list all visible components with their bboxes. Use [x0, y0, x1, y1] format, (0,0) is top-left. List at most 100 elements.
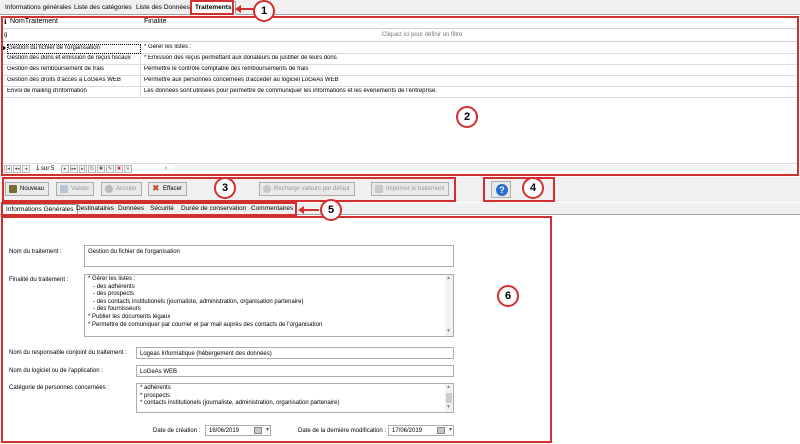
traitements-grid: ℹ NomTraitement Finalite g Cliquez ici p…: [2, 16, 798, 176]
tab-informations-generales[interactable]: Informations générales: [2, 2, 74, 14]
traitement-form: Nom du traitement : Gestion du fichier d…: [2, 215, 798, 444]
row-finalite: Permettre aux personnes concernées d'acc…: [144, 77, 339, 83]
callout-4: 4: [522, 177, 544, 199]
grid-rows: Gestion du fichier de l'organisation * G…: [2, 43, 798, 98]
help-button[interactable]: ?: [491, 181, 511, 198]
effacer-label: Effacer: [163, 186, 182, 192]
annotation-arrowhead-1: [235, 5, 241, 13]
prev-record-icon[interactable]: ◂: [22, 165, 30, 173]
filter-text[interactable]: Cliquez ici pour définir un filtre: [382, 32, 462, 38]
top-tab-bar: Informations générales Liste des catégor…: [0, 0, 800, 15]
next-record-icon[interactable]: ▸: [61, 165, 69, 173]
scroll-up-icon[interactable]: ▲: [446, 384, 451, 392]
refresh-icon[interactable]: ↻: [88, 165, 96, 173]
first-page-icon[interactable]: |◂: [4, 165, 12, 173]
date-creation-value: 16/06/2019: [209, 428, 240, 434]
grid-navigator: |◂ ◂◂ ◂ 1 sur 5 ▸ ▸▸ ▸| ↻ ✱ ✎ ✖ ▾ ‹: [2, 163, 798, 174]
recharge-label: Recharge valeurs par défaut: [274, 186, 350, 192]
subtab-securite[interactable]: Sécurité: [147, 204, 177, 215]
categorie-line: * adhérents: [140, 385, 171, 391]
nouveau-label: Nouveau: [20, 186, 45, 192]
finalite-line: - des adhérents: [88, 283, 135, 290]
recharge-button[interactable]: Recharge valeurs par défaut: [259, 182, 355, 196]
date-creation-field[interactable]: 16/06/2019 ▾: [205, 425, 271, 436]
header-info-icon: ℹ: [4, 19, 7, 26]
reload-icon: [263, 185, 271, 193]
row-nom: Gestion des remboursement de frais: [7, 66, 141, 76]
annuler-label: Annuler: [116, 186, 137, 192]
date-modif-field[interactable]: 17/06/2019 ▾: [388, 425, 454, 436]
prev-page-icon[interactable]: ◂◂: [13, 165, 21, 173]
subtab-donnees[interactable]: Données: [115, 204, 147, 215]
calendar-icon[interactable]: [254, 427, 262, 434]
tab-liste-categories[interactable]: Liste des catégories: [71, 2, 135, 14]
chevron-down-icon[interactable]: ▾: [266, 426, 269, 434]
next-page-icon[interactable]: ▸▸: [70, 165, 78, 173]
horizontal-scrollbar[interactable]: [174, 165, 794, 173]
row-finalite: * Gérer les listes :: [144, 44, 192, 50]
row-finalite: * Emission des reçus permettant aux dona…: [144, 55, 337, 61]
edit-record-icon[interactable]: ✎: [106, 165, 114, 173]
chevron-down-icon[interactable]: ▾: [449, 426, 452, 434]
categorie-line: * prospects: [140, 392, 171, 399]
subtab-duree-conservation[interactable]: Durée de conservation: [178, 204, 249, 215]
last-page-icon[interactable]: ▸|: [79, 165, 87, 173]
logiciel-field[interactable]: LoGeAs WEB: [136, 365, 454, 377]
finalite-line: - des fournisseurs: [88, 306, 141, 313]
row-pointer-icon: [2, 45, 6, 51]
row-finalite: Permettre le contrôle comptable des remb…: [144, 66, 309, 72]
scroll-down-icon[interactable]: ▼: [446, 404, 451, 412]
calendar-icon[interactable]: [437, 427, 445, 434]
scroll-down-icon[interactable]: ▼: [446, 328, 451, 336]
tab-liste-donnees[interactable]: Liste des Données: [133, 2, 193, 14]
scroll-left-icon[interactable]: ‹: [165, 165, 167, 172]
imprimer-label: Imprimer le traitement: [386, 186, 445, 192]
add-record-icon[interactable]: ✱: [97, 165, 105, 173]
valider-button[interactable]: Valider: [56, 182, 95, 196]
header-finalite[interactable]: Finalite: [144, 18, 167, 25]
finalite-line: * Gérer les listes :: [88, 276, 136, 282]
categorie-line: * contacts institutionels (journaliste, …: [140, 400, 340, 407]
print-icon: [375, 185, 383, 193]
row-nom: Envoi de mailing d'information: [7, 88, 141, 98]
categorie-scrollbar[interactable]: ▲ ▼: [445, 384, 453, 412]
table-row[interactable]: Gestion des remboursement de frais Perme…: [2, 65, 798, 76]
table-row[interactable]: Envoi de mailing d'information Les donné…: [2, 87, 798, 98]
filter-row[interactable]: g Cliquez ici pour définir un filtre: [2, 29, 798, 42]
scroll-thumb[interactable]: [446, 393, 452, 403]
finalite-line: - des contacts institutionels (journalis…: [88, 298, 304, 305]
pager-text: 1 sur 5: [36, 166, 55, 172]
row-nom: Gestion des dons et emission de reçus fi…: [7, 55, 141, 65]
delete-record-icon[interactable]: ✖: [115, 165, 123, 173]
finalite-scrollbar[interactable]: ▲ ▼: [445, 275, 453, 336]
subtab-destinataires[interactable]: Destinataires: [73, 204, 117, 215]
filter-funnel-icon[interactable]: ▾: [124, 165, 132, 173]
tab-traitements[interactable]: Traitements: [191, 1, 236, 15]
detail-tab-bar: Informations Générales Destinataires Don…: [0, 203, 800, 216]
subtab-commentaires[interactable]: Commentaires: [248, 204, 296, 215]
table-row[interactable]: Gestion des droits d'accès à LoGeAs WEB …: [2, 76, 798, 87]
row-finalite: Les données sont utilisées pour permettr…: [144, 88, 437, 94]
cancel-icon: [105, 185, 113, 193]
callout-2: 2: [456, 106, 478, 128]
finalite-field[interactable]: * Gérer les listes : - des adhérents - d…: [84, 274, 454, 337]
nom-field[interactable]: Gestion du fichier de l'organisation: [84, 245, 454, 267]
scroll-up-icon[interactable]: ▲: [446, 275, 451, 283]
table-row[interactable]: Gestion du fichier de l'organisation * G…: [2, 43, 798, 54]
responsable-field[interactable]: Logeas Informatique (hébergement des don…: [136, 347, 454, 359]
nouveau-button[interactable]: Nouveau: [5, 182, 50, 196]
save-icon: [60, 185, 68, 193]
imprimer-button[interactable]: Imprimer le traitement: [371, 182, 450, 196]
finalite-line: - des prospects: [88, 291, 135, 298]
header-nom-traitement[interactable]: NomTraitement: [10, 18, 58, 25]
action-toolbar: Nouveau Valider Annuler ✖ Effacer Rechar…: [0, 177, 800, 202]
new-icon: [9, 185, 17, 193]
responsable-label: Nom du responsable conjoint du traitemen…: [9, 350, 127, 356]
annuler-button[interactable]: Annuler: [101, 182, 142, 196]
categorie-field[interactable]: * adhérents * prospects * contacts insti…: [136, 383, 454, 413]
finalite-line: * Publier les documents légaux: [88, 313, 171, 320]
table-row[interactable]: Gestion des dons et emission de reçus fi…: [2, 54, 798, 65]
effacer-button[interactable]: ✖ Effacer: [148, 182, 187, 196]
logiciel-label: Nom du logiciel ou de l'application :: [9, 368, 103, 374]
grid-header: ℹ NomTraitement Finalite: [2, 16, 798, 29]
